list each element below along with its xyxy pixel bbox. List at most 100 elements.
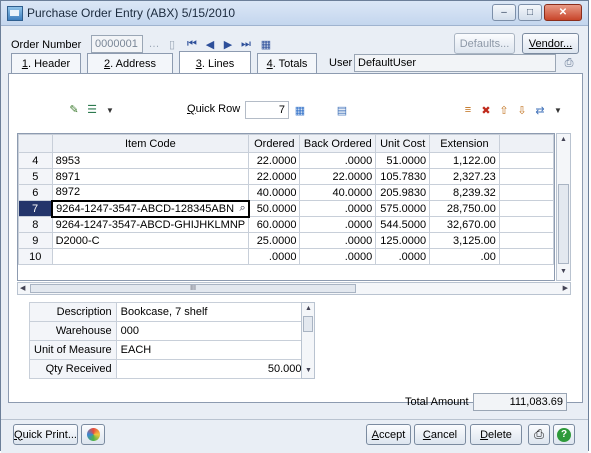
first-record-icon[interactable]: ⏮	[185, 37, 199, 51]
move-down-icon[interactable]: ⇩	[515, 103, 529, 117]
item-code-header[interactable]: Item Code	[51, 134, 250, 153]
ordered-cell[interactable]: .0000	[248, 248, 301, 265]
back-ordered-cell[interactable]: 40.0000	[299, 184, 377, 201]
unit-cost-cell[interactable]: 51.0000	[375, 152, 431, 169]
copy-lines-icon[interactable]: ✎	[67, 102, 81, 116]
minimize-icon[interactable]: –	[492, 4, 516, 21]
unit-cost-cell[interactable]: 544.5000	[375, 216, 431, 233]
tab-header[interactable]: 1. Header	[11, 53, 81, 73]
horizontal-scroll-thumb[interactable]: III	[30, 284, 356, 293]
row-number[interactable]: 6	[18, 184, 53, 201]
table-row[interactable]: 8 9264-1247-3547-ABCD-GHIJHKLMNP 60.0000…	[18, 216, 555, 233]
help-button[interactable]: ?	[553, 424, 575, 445]
unit-cost-header[interactable]: Unit Cost	[375, 134, 431, 153]
description-value[interactable]: Bookcase, 7 shelf	[115, 302, 313, 322]
toolbar-menu-arrow-icon[interactable]: ▼	[551, 103, 565, 117]
ordered-cell[interactable]: 50.0000	[248, 200, 301, 217]
item-lookup-icon[interactable]: ⌕	[239, 203, 245, 215]
scroll-thumb[interactable]	[558, 184, 569, 264]
help-wizard-button[interactable]	[81, 424, 105, 445]
item-code-cell[interactable]	[51, 248, 250, 265]
quick-row-field[interactable]: 7	[245, 101, 289, 119]
extension-cell[interactable]: 8,239.32	[429, 184, 500, 201]
grid-icon[interactable]: ▦	[293, 103, 307, 117]
unit-cost-cell[interactable]: 205.9830	[375, 184, 431, 201]
table-row[interactable]: 6 8972 40.0000 40.0000 205.9830 8,239.32	[18, 184, 555, 201]
next-record-icon[interactable]: ▶	[221, 37, 235, 51]
tab-lines[interactable]: 3. Lines	[179, 51, 251, 75]
ordered-header[interactable]: Ordered	[248, 134, 301, 153]
lookup-icon[interactable]: …	[147, 37, 161, 51]
row-number[interactable]: 9	[18, 232, 53, 249]
back-ordered-cell[interactable]: .0000	[299, 232, 377, 249]
extension-cell[interactable]: 1,122.00	[429, 152, 500, 169]
grid-horizontal-scrollbar[interactable]: ◀ III ▶	[17, 282, 571, 295]
scroll-down-icon[interactable]: ▼	[560, 268, 567, 275]
dropdown-arrow-icon[interactable]: ▼	[103, 103, 117, 117]
detail-scrollbar[interactable]: ▲ ▼	[301, 302, 315, 379]
accept-button[interactable]: Accept	[366, 424, 411, 445]
new-record-icon[interactable]: ▯	[165, 37, 179, 51]
row-number[interactable]: 4	[18, 152, 53, 169]
ordered-cell[interactable]: 25.0000	[248, 232, 301, 249]
customize-icon[interactable]: ☰	[85, 102, 99, 116]
ordered-cell[interactable]: 60.0000	[248, 216, 301, 233]
qty-received-value[interactable]: 50.0000	[115, 359, 313, 379]
row-number[interactable]: 7	[18, 200, 53, 217]
delete-line-icon[interactable]: ✖	[479, 103, 493, 117]
delete-button[interactable]: Delete	[470, 424, 522, 445]
item-code-cell[interactable]: 8953	[51, 152, 250, 169]
unit-cost-cell[interactable]: 105.7830	[375, 168, 431, 185]
defaults-button[interactable]: Defaults...	[454, 33, 515, 54]
item-code-cell[interactable]: 9264-1247-3547-ABCD-GHIJHKLMNP	[51, 216, 250, 233]
table-row[interactable]: 5 8971 22.0000 22.0000 105.7830 2,327.23	[18, 168, 555, 185]
sort-icon[interactable]: ⇄	[533, 103, 547, 117]
table-row-selected[interactable]: 7 9264-1247-3547-ABCD-128345ABN ⌕ 50.000…	[18, 199, 555, 218]
extension-cell[interactable]: 2,327.23	[429, 168, 500, 185]
close-icon[interactable]: ✕	[544, 4, 582, 21]
tab-totals[interactable]: 4. Totals	[257, 53, 317, 73]
print-button-icon[interactable]: ⎙	[528, 424, 550, 445]
insert-line-icon[interactable]: ≡	[461, 103, 475, 117]
scroll-right-icon[interactable]: ▶	[563, 284, 568, 292]
item-code-cell[interactable]: 8971	[51, 168, 250, 185]
detail-scroll-thumb[interactable]	[303, 316, 313, 332]
extension-cell[interactable]: .00	[429, 248, 500, 265]
unit-cost-cell[interactable]: .0000	[375, 248, 431, 265]
printer-icon[interactable]: ⎙	[562, 56, 576, 70]
extension-cell[interactable]: 3,125.00	[429, 232, 500, 249]
item-code-cell-editing[interactable]: 9264-1247-3547-ABCD-128345ABN ⌕	[51, 199, 250, 218]
table-row[interactable]: 4 8953 22.0000 .0000 51.0000 1,122.00	[18, 152, 555, 169]
back-ordered-cell[interactable]: .0000	[299, 200, 377, 217]
ordered-cell[interactable]: 22.0000	[248, 152, 301, 169]
cancel-button[interactable]: Cancel	[414, 424, 466, 445]
order-number-field[interactable]: 0000001	[91, 35, 143, 53]
scroll-left-icon[interactable]: ◀	[20, 284, 25, 292]
back-ordered-cell[interactable]: 22.0000	[299, 168, 377, 185]
detail-scroll-up-icon[interactable]: ▲	[305, 305, 312, 312]
unit-of-measure-value[interactable]: EACH	[115, 340, 313, 360]
back-ordered-cell[interactable]: .0000	[299, 248, 377, 265]
calendar-icon[interactable]: ▦	[259, 37, 273, 51]
item-code-cell[interactable]: 8972	[51, 184, 250, 201]
quick-print-button[interactable]: Quick Print...	[13, 424, 78, 445]
row-number[interactable]: 8	[18, 216, 53, 233]
item-code-cell[interactable]: D2000-C	[51, 232, 250, 249]
grid-vertical-scrollbar[interactable]: ▲ ▼	[556, 133, 571, 281]
memo-icon[interactable]: ▤	[335, 103, 349, 117]
detail-scroll-down-icon[interactable]: ▼	[305, 367, 312, 374]
ordered-cell[interactable]: 40.0000	[248, 184, 301, 201]
table-row[interactable]: 9 D2000-C 25.0000 .0000 125.0000 3,125.0…	[18, 232, 555, 249]
move-up-icon[interactable]: ⇧	[497, 103, 511, 117]
row-number[interactable]: 5	[18, 168, 53, 185]
extension-cell[interactable]: 32,670.00	[429, 216, 500, 233]
vendor-button[interactable]: Vendor...	[522, 33, 579, 54]
ordered-cell[interactable]: 22.0000	[248, 168, 301, 185]
unit-cost-cell[interactable]: 125.0000	[375, 232, 431, 249]
maximize-icon[interactable]: □	[518, 4, 542, 21]
warehouse-value[interactable]: 000	[115, 321, 313, 341]
tab-address[interactable]: 2. Address	[87, 53, 173, 73]
last-record-icon[interactable]: ⏭	[239, 37, 253, 51]
row-number[interactable]: 10	[18, 248, 53, 265]
table-row[interactable]: 10 .0000 .0000 .0000 .00	[18, 248, 555, 265]
